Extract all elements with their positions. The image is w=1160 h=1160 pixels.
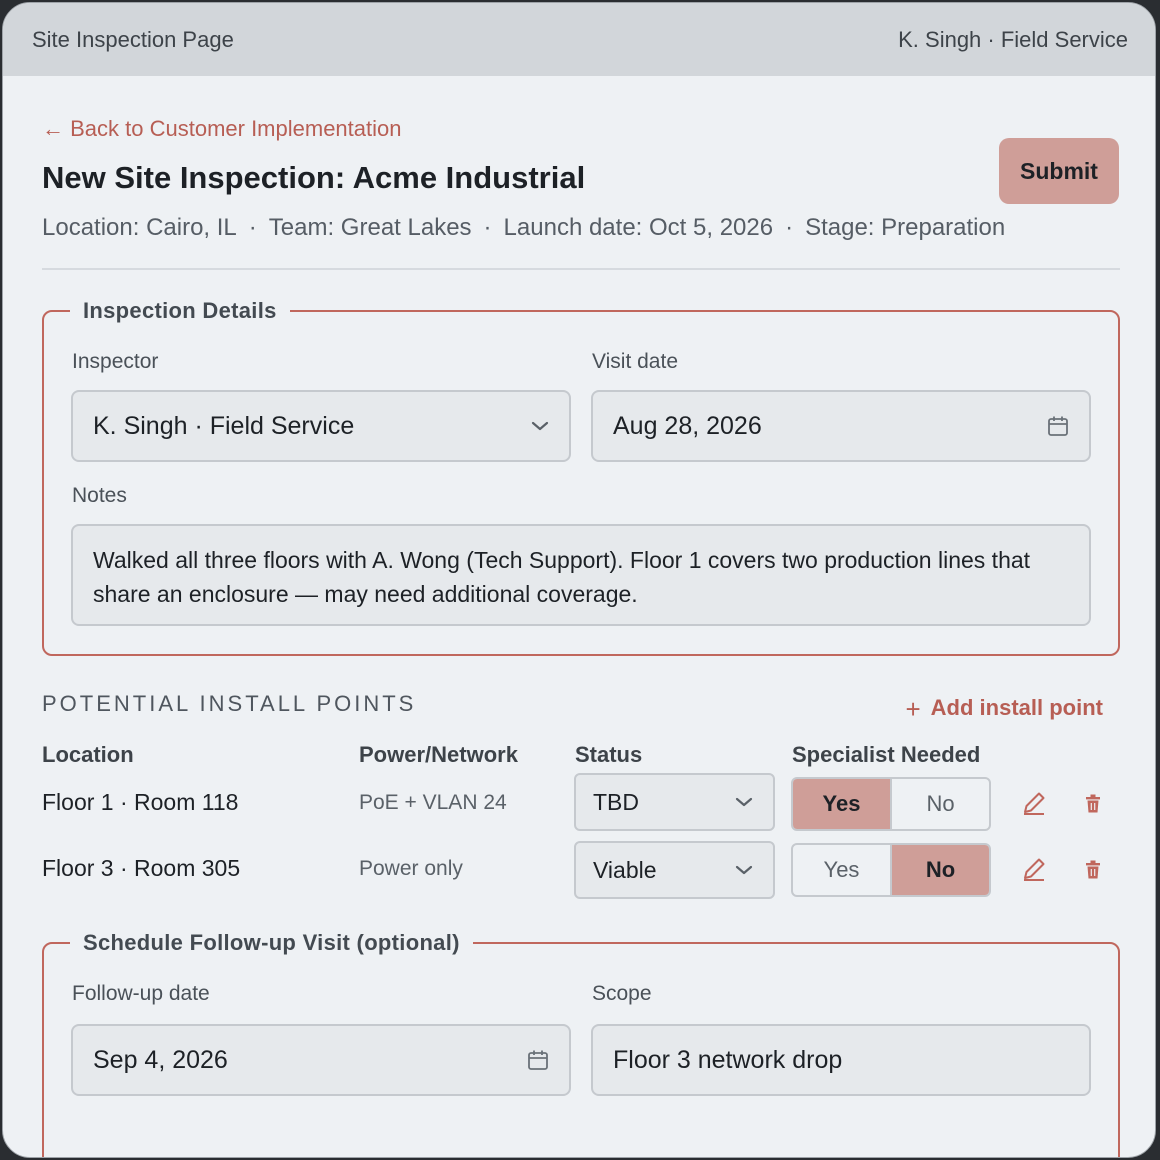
meta-launch-date: Launch date: Oct 5, 2026 — [503, 214, 774, 241]
visit-date-label: Visit date — [592, 350, 678, 373]
plus-icon: + — [905, 694, 921, 724]
meta-team: Team: Great Lakes — [268, 214, 472, 241]
follow-up-legend: Schedule Follow-up Visit (optional) — [83, 930, 460, 955]
row-1-specialist-no[interactable]: No — [890, 779, 989, 829]
title-bar: Site Inspection Page K. Singh · Field Se… — [3, 3, 1155, 76]
notes-value: Walked all three floors with A. Wong (Te… — [93, 547, 1031, 607]
column-header-location: Location — [42, 742, 134, 767]
chevron-down-icon — [735, 865, 753, 875]
follow-up-date-input[interactable]: Sep 4, 2026 — [71, 1024, 571, 1096]
notes-label: Notes — [72, 484, 127, 507]
row-1-specialist-toggle: Yes No — [791, 777, 991, 831]
follow-up-date-value: Sep 4, 2026 — [93, 1045, 228, 1074]
window-title: Site Inspection Page — [32, 26, 234, 52]
visit-date-input[interactable]: Aug 28, 2026 — [591, 390, 1091, 462]
inspector-label: Inspector — [72, 350, 159, 373]
header-divider — [42, 268, 1120, 270]
row-1-power-network: PoE + VLAN 24 — [359, 791, 507, 814]
meta-stage: Stage: Preparation — [805, 214, 1006, 241]
row-1-specialist-yes[interactable]: Yes — [793, 779, 890, 829]
follow-up-date-label: Follow-up date — [72, 982, 210, 1005]
meta-separator: · — [785, 214, 794, 241]
meta-separator: · — [483, 214, 492, 241]
chevron-down-icon — [531, 421, 549, 431]
scope-value: Floor 3 network drop — [613, 1045, 843, 1074]
row-2-specialist-toggle: Yes No — [791, 843, 991, 897]
add-install-point-button[interactable]: + Add install point — [905, 691, 1103, 725]
row-1-status-value: TBD — [593, 788, 639, 815]
column-header-status: Status — [575, 742, 643, 767]
scope-label: Scope — [592, 982, 652, 1005]
row-2-specialist-no[interactable]: No — [890, 845, 989, 895]
inspection-details-legend: Inspection Details — [83, 298, 277, 323]
submit-button[interactable]: Submit — [999, 138, 1119, 204]
row-1-delete-icon[interactable] — [1081, 790, 1105, 816]
row-2-edit-icon[interactable] — [1019, 854, 1049, 884]
row-2-delete-icon[interactable] — [1081, 856, 1105, 882]
current-user: K. Singh · Field Service — [898, 26, 1128, 52]
row-1-location: Floor 1 · Room 118 — [42, 789, 239, 815]
inspector-value: K. Singh · Field Service — [93, 411, 355, 440]
row-2-location: Floor 3 · Room 305 — [42, 855, 241, 881]
notes-textarea[interactable]: Walked all three floors with A. Wong (Te… — [71, 524, 1091, 626]
visit-date-value: Aug 28, 2026 — [613, 411, 762, 440]
calendar-icon[interactable] — [1047, 415, 1069, 437]
page-title: New Site Inspection: Acme Industrial — [42, 160, 586, 195]
page-meta: Location: Cairo, IL · Team: Great Lakes · La… — [42, 214, 1005, 242]
install-points-heading: POTENTIAL INSTALL POINTS — [42, 691, 417, 716]
meta-separator: · — [248, 214, 257, 241]
row-2-power-network: Power only — [359, 857, 463, 880]
calendar-icon[interactable] — [527, 1049, 549, 1071]
scope-input[interactable]: Floor 3 network drop — [591, 1024, 1091, 1096]
row-2-status-value: Viable — [593, 856, 657, 883]
column-header-specialist-needed: Specialist Needed — [792, 742, 981, 767]
app-window: Site Inspection Page K. Singh · Field Se… — [2, 2, 1156, 1158]
back-link[interactable]: ← Back to Customer Implementation — [42, 116, 401, 142]
inspector-select[interactable]: K. Singh · Field Service — [71, 390, 571, 462]
row-1-status-select[interactable]: TBD — [574, 773, 775, 831]
row-1-edit-icon[interactable] — [1019, 788, 1049, 818]
row-2-specialist-yes[interactable]: Yes — [793, 845, 890, 895]
meta-location: Location: Cairo, IL — [42, 214, 237, 241]
add-install-point-label: Add install point — [930, 695, 1103, 720]
chevron-down-icon — [735, 797, 753, 807]
column-header-power-network: Power/Network — [359, 742, 518, 767]
row-2-status-select[interactable]: Viable — [574, 841, 775, 899]
